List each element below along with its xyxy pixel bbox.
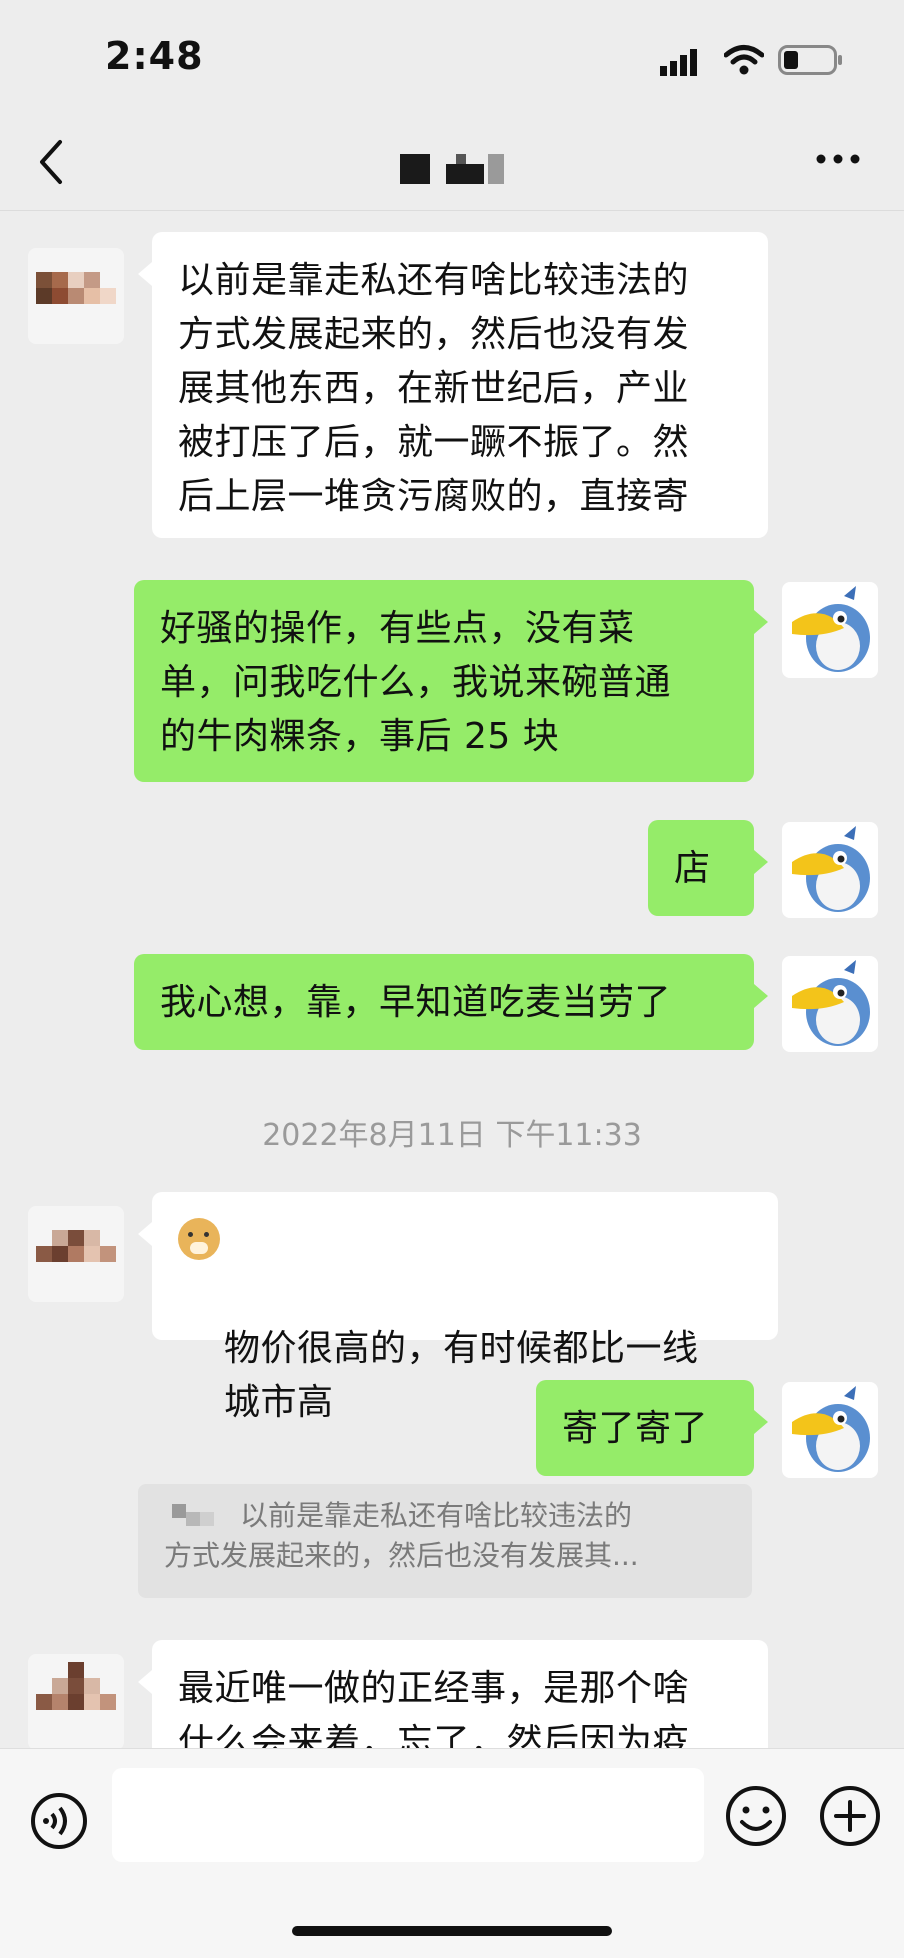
bird-avatar-icon bbox=[792, 826, 870, 912]
quoted-reply[interactable]: 以前是靠走私还有啥比较违法的 方式发展起来的，然后也没有发展其... bbox=[138, 1484, 752, 1598]
doge-emoji-icon bbox=[178, 1218, 220, 1260]
bird-avatar-icon bbox=[792, 586, 870, 672]
chat-timestamp: 2022年8月11日 下午11:33 bbox=[262, 1118, 642, 1153]
status-time: 2:48 bbox=[105, 34, 204, 78]
voice-icon[interactable] bbox=[28, 1790, 90, 1852]
avatar[interactable] bbox=[28, 248, 124, 344]
battery-icon bbox=[778, 45, 842, 75]
wifi-icon bbox=[724, 45, 764, 75]
avatar[interactable] bbox=[782, 956, 878, 1052]
avatar[interactable] bbox=[782, 1382, 878, 1478]
pixelated-avatar-icon bbox=[36, 272, 116, 304]
avatar[interactable] bbox=[782, 822, 878, 918]
pixelated-avatar-icon bbox=[36, 1662, 116, 1710]
quote-line-2: 方式发展起来的，然后也没有发展其... bbox=[164, 1539, 639, 1572]
more-icon[interactable] bbox=[815, 152, 861, 166]
chat-title-redacted bbox=[400, 154, 504, 184]
plus-icon[interactable] bbox=[818, 1784, 882, 1848]
message-bubble[interactable]: 我心想，靠，早知道吃麦当劳了 bbox=[134, 954, 768, 1050]
home-indicator bbox=[292, 1926, 612, 1936]
avatar[interactable] bbox=[28, 1654, 124, 1748]
quote-line-1: 以前是靠走私还有啥比较违法的 bbox=[240, 1499, 633, 1532]
message-bubble[interactable]: 最近唯一做的正经事，是那个啥 什么会来着，忘了，然后因为疫 bbox=[138, 1640, 768, 1748]
message-bubble[interactable]: 好骚的操作，有些点，没有菜 单，问我吃什么，我说来碗普通 的牛肉粿条，事后 25… bbox=[134, 580, 768, 782]
quote-avatar-icon bbox=[172, 1504, 218, 1526]
pixelated-avatar-icon bbox=[36, 1230, 116, 1262]
status-bar: 2:48 bbox=[0, 0, 904, 120]
message-bubble[interactable]: 以前是靠走私还有啥比较违法的 方式发展起来的，然后也没有发 展其他东西，在新世纪… bbox=[138, 232, 768, 538]
avatar[interactable] bbox=[28, 1206, 124, 1302]
message-input[interactable] bbox=[112, 1768, 704, 1862]
emoji-icon[interactable] bbox=[724, 1784, 788, 1848]
avatar[interactable] bbox=[782, 582, 878, 678]
message-bubble[interactable]: 寄了寄了 bbox=[536, 1380, 768, 1476]
bird-avatar-icon bbox=[792, 1386, 870, 1472]
message-bubble[interactable]: 物价很高的，有时候都比一线 城市高 bbox=[138, 1192, 778, 1423]
back-icon[interactable] bbox=[36, 138, 66, 186]
bird-avatar-icon bbox=[792, 960, 870, 1046]
message-bubble[interactable]: 店 bbox=[648, 820, 768, 916]
signal-icon bbox=[660, 49, 697, 76]
